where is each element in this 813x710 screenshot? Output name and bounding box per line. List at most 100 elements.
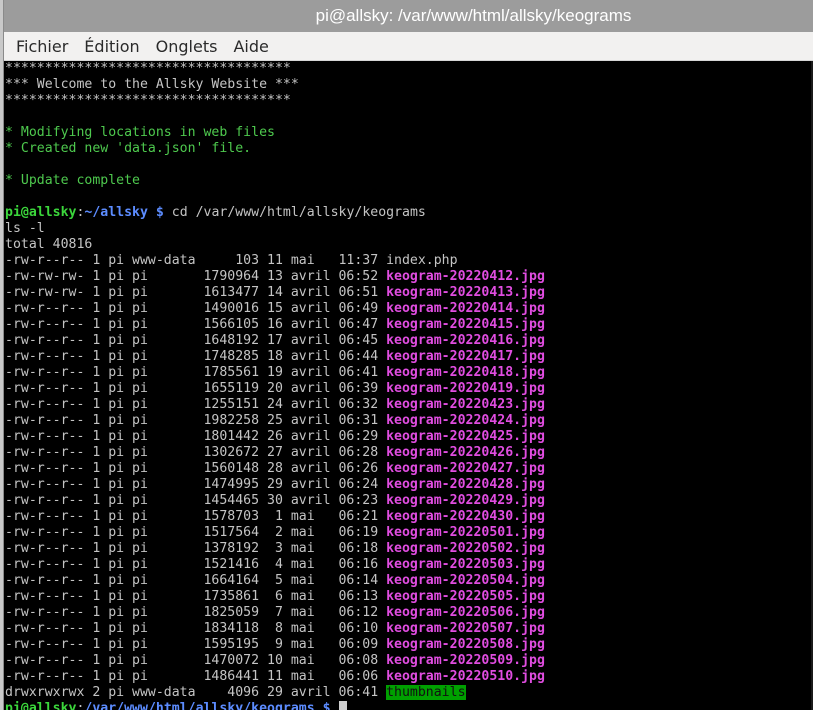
banner-line: *** Welcome to the Allsky Website ***: [5, 77, 299, 92]
file-name: keogram-20220502.jpg: [386, 541, 545, 556]
prompt-command: cd /var/www/html/allsky/keograms: [171, 205, 426, 220]
file-meta: -rw-r--r-- 1 pi pi 1748285 18 avril 06:4…: [5, 349, 387, 364]
command-line: ls -l: [5, 221, 45, 236]
prompt-path: ~/allsky: [84, 205, 148, 220]
listing-row: -rw-r--r-- 1 pi pi 1655119 20 avril 06:3…: [5, 381, 545, 396]
listing-row: -rw-r--r-- 1 pi pi 1490016 15 avril 06:4…: [5, 301, 545, 316]
file-meta: -rw-r--r-- 1 pi pi 1648192 17 avril 06:4…: [5, 333, 387, 348]
listing-row: -rw-r--r-- 1 pi pi 1566105 16 avril 06:4…: [5, 317, 545, 332]
file-meta: -rw-r--r-- 1 pi pi 1521416 4 mai 06:16: [5, 557, 387, 572]
file-meta: -rw-r--r-- 1 pi www-data 103 11 mai 11:3…: [5, 253, 387, 268]
listing-row: -rw-r--r-- 1 pi pi 1825059 7 mai 06:12 k…: [5, 605, 545, 620]
directory-name: thumbnails: [386, 685, 466, 700]
listing-row: -rw-r--r-- 1 pi pi 1486441 11 mai 06:06 …: [5, 669, 545, 684]
status-message: * Modifying locations in web files: [5, 125, 275, 140]
file-name: keogram-20220424.jpg: [386, 413, 545, 428]
listing-row: -rw-r--r-- 1 pi pi 1735861 6 mai 06:13 k…: [5, 589, 545, 604]
listing-row: -rw-r--r-- 1 pi pi 1470072 10 mai 06:08 …: [5, 653, 545, 668]
file-name: keogram-20220414.jpg: [386, 301, 545, 316]
menu-edition[interactable]: Édition: [76, 37, 147, 56]
status-message: * Created new 'data.json' file.: [5, 141, 252, 156]
file-meta: -rw-rw-rw- 1 pi pi 1790964 13 avril 06:5…: [5, 269, 387, 284]
file-name: keogram-20220508.jpg: [386, 637, 545, 652]
file-meta: -rw-r--r-- 1 pi pi 1578703 1 mai 06:21: [5, 509, 387, 524]
listing-row: -rw-r--r-- 1 pi pi 1801442 26 avril 06:2…: [5, 429, 545, 444]
file-meta: -rw-r--r-- 1 pi pi 1517564 2 mai 06:19: [5, 525, 387, 540]
file-meta: -rw-r--r-- 1 pi pi 1302672 27 avril 06:2…: [5, 445, 387, 460]
listing-row: drwxrwxrwx 2 pi www-data 4096 29 avril 0…: [5, 685, 466, 700]
file-meta: drwxrwxrwx 2 pi www-data 4096 29 avril 0…: [5, 685, 387, 700]
file-meta: -rw-r--r-- 1 pi pi 1834118 8 mai 06:10: [5, 621, 387, 636]
file-meta: -rw-r--r-- 1 pi pi 1566105 16 avril 06:4…: [5, 317, 387, 332]
file-name: keogram-20220507.jpg: [386, 621, 545, 636]
prompt-dollar: $: [314, 701, 339, 710]
file-meta: -rw-rw-rw- 1 pi pi 1613477 14 avril 06:5…: [5, 285, 387, 300]
file-name: keogram-20220413.jpg: [386, 285, 545, 300]
file-name: keogram-20220417.jpg: [386, 349, 545, 364]
prompt-dollar: $: [147, 205, 172, 220]
listing-row: -rw-r--r-- 1 pi pi 1454465 30 avril 06:2…: [5, 493, 545, 508]
listing-row: -rw-r--r-- 1 pi pi 1982258 25 avril 06:3…: [5, 413, 545, 428]
menu-aide[interactable]: Aide: [225, 37, 276, 56]
file-name: keogram-20220419.jpg: [386, 381, 545, 396]
listing-row: -rw-rw-rw- 1 pi pi 1790964 13 avril 06:5…: [5, 269, 545, 284]
menu-onglets[interactable]: Onglets: [148, 37, 226, 56]
file-listing: -rw-r--r-- 1 pi www-data 103 11 mai 11:3…: [5, 253, 545, 700]
file-name: keogram-20220430.jpg: [386, 509, 545, 524]
file-name: index.php: [386, 253, 458, 268]
file-name: keogram-20220510.jpg: [386, 669, 545, 684]
listing-row: -rw-r--r-- 1 pi pi 1378192 3 mai 06:18 k…: [5, 541, 545, 556]
file-meta: -rw-r--r-- 1 pi pi 1470072 10 mai 06:08: [5, 653, 387, 668]
file-name: keogram-20220412.jpg: [386, 269, 545, 284]
listing-row: -rw-r--r-- 1 pi pi 1578703 1 mai 06:21 k…: [5, 509, 545, 524]
listing-row: -rw-r--r-- 1 pi pi 1521416 4 mai 06:16 k…: [5, 557, 545, 572]
listing-row: -rw-r--r-- 1 pi pi 1785561 19 avril 06:4…: [5, 365, 545, 380]
terminal-output: ************************************ ***…: [5, 61, 545, 710]
file-name: keogram-20220505.jpg: [386, 589, 545, 604]
listing-row: -rw-r--r-- 1 pi pi 1834118 8 mai 06:10 k…: [5, 621, 545, 636]
file-name: keogram-20220428.jpg: [386, 477, 545, 492]
file-name: keogram-20220509.jpg: [386, 653, 545, 668]
update-message: * Update complete: [5, 173, 140, 188]
terminal-area[interactable]: ************************************ ***…: [4, 61, 813, 710]
prompt-path: /var/www/html/allsky/keograms: [84, 701, 315, 710]
listing-row: -rw-r--r-- 1 pi pi 1302672 27 avril 06:2…: [5, 445, 545, 460]
listing-row: -rw-r--r-- 1 pi pi 1255151 24 avril 06:3…: [5, 397, 545, 412]
file-name: keogram-20220427.jpg: [386, 461, 545, 476]
menu-bar: Fichier Édition Onglets Aide: [4, 32, 813, 61]
prompt-user-host: pi@allsky: [5, 701, 77, 710]
file-meta: -rw-r--r-- 1 pi pi 1378192 3 mai 06:18: [5, 541, 387, 556]
banner-line: ************************************: [5, 93, 291, 108]
file-meta: -rw-r--r-- 1 pi pi 1560148 28 avril 06:2…: [5, 461, 387, 476]
prompt-user-host: pi@allsky: [5, 205, 77, 220]
file-name: keogram-20220415.jpg: [386, 317, 545, 332]
file-meta: -rw-r--r-- 1 pi pi 1255151 24 avril 06:3…: [5, 397, 387, 412]
listing-row: -rw-r--r-- 1 pi pi 1664164 5 mai 06:14 k…: [5, 573, 545, 588]
file-name: keogram-20220425.jpg: [386, 429, 545, 444]
listing-row: -rw-r--r-- 1 pi www-data 103 11 mai 11:3…: [5, 253, 458, 268]
listing-row: -rw-rw-rw- 1 pi pi 1613477 14 avril 06:5…: [5, 285, 545, 300]
file-meta: -rw-r--r-- 1 pi pi 1655119 20 avril 06:3…: [5, 381, 387, 396]
file-name: keogram-20220506.jpg: [386, 605, 545, 620]
listing-row: -rw-r--r-- 1 pi pi 1748285 18 avril 06:4…: [5, 349, 545, 364]
listing-row: -rw-r--r-- 1 pi pi 1648192 17 avril 06:4…: [5, 333, 545, 348]
file-meta: -rw-r--r-- 1 pi pi 1825059 7 mai 06:12: [5, 605, 387, 620]
listing-row: -rw-r--r-- 1 pi pi 1595195 9 mai 06:09 k…: [5, 637, 545, 652]
menu-fichier[interactable]: Fichier: [8, 37, 76, 56]
window-titlebar[interactable]: pi@allsky: /var/www/html/allsky/keograms: [4, 0, 813, 32]
file-name: keogram-20220418.jpg: [386, 365, 545, 380]
file-name: keogram-20220503.jpg: [386, 557, 545, 572]
listing-total: total 40816: [5, 237, 93, 252]
file-meta: -rw-r--r-- 1 pi pi 1486441 11 mai 06:06: [5, 669, 387, 684]
file-meta: -rw-r--r-- 1 pi pi 1801442 26 avril 06:2…: [5, 429, 387, 444]
file-meta: -rw-r--r-- 1 pi pi 1454465 30 avril 06:2…: [5, 493, 387, 508]
file-meta: -rw-r--r-- 1 pi pi 1474995 29 avril 06:2…: [5, 477, 387, 492]
listing-row: -rw-r--r-- 1 pi pi 1474995 29 avril 06:2…: [5, 477, 545, 492]
listing-row: -rw-r--r-- 1 pi pi 1517564 2 mai 06:19 k…: [5, 525, 545, 540]
file-meta: -rw-r--r-- 1 pi pi 1664164 5 mai 06:14: [5, 573, 387, 588]
file-meta: -rw-r--r-- 1 pi pi 1490016 15 avril 06:4…: [5, 301, 387, 316]
file-meta: -rw-r--r-- 1 pi pi 1785561 19 avril 06:4…: [5, 365, 387, 380]
file-name: keogram-20220429.jpg: [386, 493, 545, 508]
file-meta: -rw-r--r-- 1 pi pi 1982258 25 avril 06:3…: [5, 413, 387, 428]
file-name: keogram-20220416.jpg: [386, 333, 545, 348]
